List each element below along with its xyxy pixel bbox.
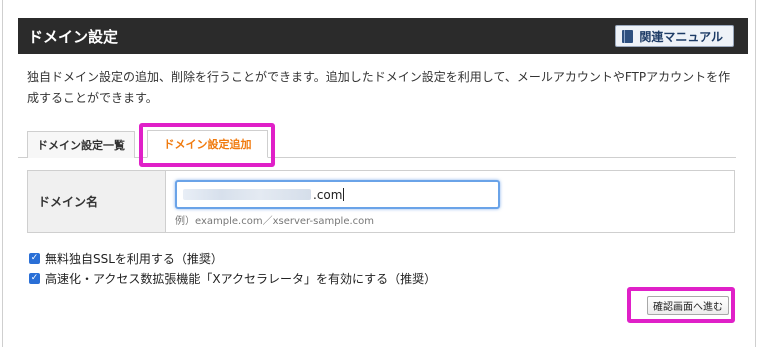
redacted-domain-text <box>183 189 311 200</box>
domain-suffix: .com <box>313 187 343 202</box>
tab-domain-list[interactable]: ドメイン設定一覧 <box>27 131 135 158</box>
related-manual-label: 関連マニュアル <box>639 29 723 44</box>
domain-hint: 例）example.com／xserver-sample.com <box>175 216 375 227</box>
page-header: ドメイン設定 関連マニュアル <box>18 18 748 54</box>
highlight-frame-confirm <box>627 287 735 323</box>
domain-label: ドメイン名 <box>28 171 166 232</box>
checkbox-xaccelerator[interactable]: ✓ <box>29 272 40 284</box>
option-xaccelerator[interactable]: ✓ 高速化・アクセス数拡張機能「Xアクセラレータ」を有効にする（推奨） <box>29 268 436 288</box>
option-xaccelerator-label: 高速化・アクセス数拡張機能「Xアクセラレータ」を有効にする（推奨） <box>45 271 437 286</box>
checkbox-ssl[interactable]: ✓ <box>29 252 40 264</box>
page-title: ドメイン設定 <box>28 28 119 46</box>
options-list: ✓ 無料独自SSLを利用する（推奨） ✓ 高速化・アクセス数拡張機能「Xアクセラ… <box>29 248 436 288</box>
text-caret <box>343 188 345 201</box>
book-icon <box>622 29 634 43</box>
page-description: 独自ドメイン設定の追加、削除を行うことができます。追加したドメイン設定を利用して… <box>27 70 731 105</box>
highlight-frame-tab <box>139 123 275 167</box>
checkmark-icon: ✓ <box>30 272 39 283</box>
option-ssl[interactable]: ✓ 無料独自SSLを利用する（推奨） <box>29 248 436 268</box>
domain-form: ドメイン名 .com 例）example.com／xserver-sample.… <box>27 170 735 233</box>
checkmark-icon: ✓ <box>30 252 39 263</box>
domain-input[interactable]: .com <box>175 180 500 209</box>
related-manual-button[interactable]: 関連マニュアル <box>615 25 734 47</box>
option-ssl-label: 無料独自SSLを利用する（推奨） <box>45 251 223 266</box>
